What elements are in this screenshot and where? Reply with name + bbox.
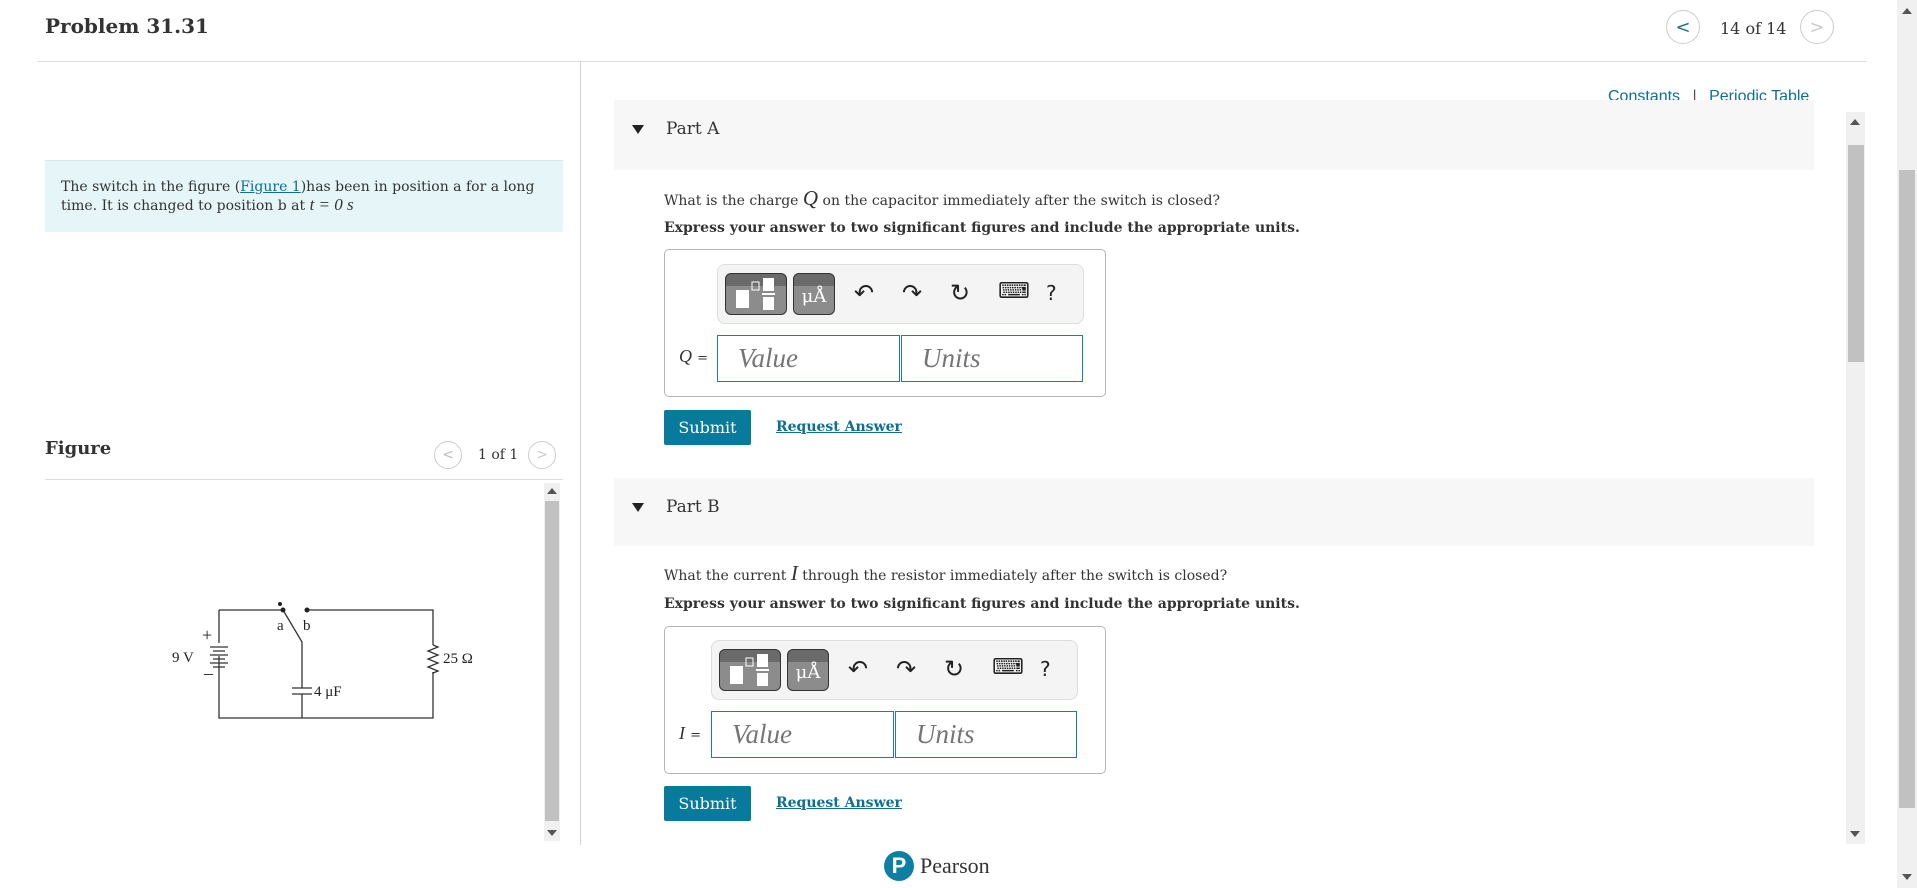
- units-button[interactable]: μÅ: [787, 649, 829, 691]
- math-toolbar: μÅ ↶ ↷ ↻ ⌨ ?: [717, 264, 1084, 324]
- submit-button[interactable]: Submit: [664, 410, 751, 445]
- math-toolbar: μÅ ↶ ↷ ↻ ⌨ ?: [711, 640, 1078, 700]
- capacitor-label: 4 μF: [314, 684, 342, 700]
- reset-icon[interactable]: ↻: [950, 279, 970, 307]
- units-button[interactable]: μÅ: [793, 273, 835, 315]
- part-b-answer-box: μÅ ↶ ↷ ↻ ⌨ ? I =: [664, 626, 1106, 774]
- header-divider: [37, 61, 1867, 62]
- part-a-label: Part A: [666, 119, 720, 139]
- units-input[interactable]: [895, 711, 1077, 758]
- question-variable: Q: [802, 186, 819, 210]
- problem-position: 14 of 14: [1720, 19, 1787, 38]
- undo-icon[interactable]: ↶: [848, 655, 868, 683]
- chevron-right-icon: >: [536, 447, 548, 463]
- chevron-left-icon: <: [1675, 16, 1691, 38]
- pearson-logo: P Pearson: [884, 851, 990, 881]
- templates-button[interactable]: [719, 649, 781, 691]
- part-b-instruction: Express your answer to two significant f…: [664, 596, 1300, 612]
- part-a-answer-box: μÅ ↶ ↷ ↻ ⌨ ? Q =: [664, 249, 1106, 397]
- question-variable: I: [790, 561, 798, 585]
- problem-intro: The switch in the figure (Figure 1)has b…: [45, 160, 563, 232]
- battery-label: 9 V: [172, 650, 194, 666]
- battery-minus: –: [203, 663, 214, 683]
- fraction-template-icon: [730, 654, 769, 686]
- content-scrollbar[interactable]: [1846, 112, 1865, 844]
- collapse-triangle-icon: [632, 125, 644, 134]
- redo-icon[interactable]: ↷: [902, 279, 922, 307]
- problem-title: Problem 31.31: [45, 14, 209, 38]
- templates-button[interactable]: [725, 273, 787, 315]
- reset-icon[interactable]: ↻: [944, 655, 964, 683]
- figure-scrollbar[interactable]: [544, 483, 560, 841]
- intro-text: The switch in the figure (: [61, 179, 241, 195]
- keyboard-icon[interactable]: ⌨: [998, 279, 1030, 304]
- figure-label: Figure: [45, 438, 112, 459]
- units-input[interactable]: [901, 335, 1083, 382]
- pearson-p-icon: P: [884, 851, 914, 881]
- chevron-left-icon: <: [442, 447, 454, 463]
- part-a-question: What is the charge Q on the capacitor im…: [664, 186, 1221, 210]
- pane-divider: [580, 61, 581, 845]
- request-answer-link[interactable]: Request Answer: [776, 419, 902, 435]
- help-icon[interactable]: ?: [1046, 281, 1057, 305]
- submit-button[interactable]: Submit: [664, 786, 751, 821]
- circuit-diagram: a b + – 9 V 25 Ω 4 μF: [172, 602, 473, 719]
- next-problem-button[interactable]: >: [1800, 10, 1834, 44]
- figure-link[interactable]: Figure 1: [240, 179, 301, 195]
- prev-figure-button[interactable]: <: [434, 441, 462, 469]
- part-a-header[interactable]: Part A: [614, 100, 1814, 170]
- switch-a-label: a: [277, 618, 284, 634]
- resistor-label: 25 Ω: [443, 651, 473, 667]
- value-input[interactable]: [717, 335, 900, 382]
- pearson-brand: Pearson: [920, 853, 990, 878]
- chevron-right-icon: >: [1809, 16, 1825, 38]
- intro-math: t = 0 s: [309, 195, 354, 214]
- part-b-label: Part B: [666, 497, 720, 517]
- undo-icon[interactable]: ↶: [854, 279, 874, 307]
- page-scrollbar[interactable]: [1897, 0, 1917, 888]
- figure-divider: [45, 479, 563, 480]
- keyboard-icon[interactable]: ⌨: [992, 655, 1024, 680]
- part-b-question: What the current I through the resistor …: [664, 561, 1228, 585]
- answer-variable-label: Q =: [679, 346, 708, 366]
- answer-variable-label: I =: [679, 723, 701, 743]
- help-icon[interactable]: ?: [1040, 657, 1051, 681]
- next-figure-button[interactable]: >: [528, 441, 556, 469]
- battery-plus: +: [202, 625, 212, 645]
- switch-b-label: b: [303, 618, 311, 634]
- prev-problem-button[interactable]: <: [1666, 10, 1700, 44]
- part-a-instruction: Express your answer to two significant f…: [664, 220, 1300, 236]
- collapse-triangle-icon: [632, 503, 644, 512]
- part-b-header[interactable]: Part B: [614, 478, 1814, 546]
- redo-icon[interactable]: ↷: [896, 655, 916, 683]
- value-input[interactable]: [711, 711, 894, 758]
- fraction-template-icon: [736, 278, 775, 310]
- figure-position: 1 of 1: [478, 447, 519, 463]
- request-answer-link[interactable]: Request Answer: [776, 795, 902, 811]
